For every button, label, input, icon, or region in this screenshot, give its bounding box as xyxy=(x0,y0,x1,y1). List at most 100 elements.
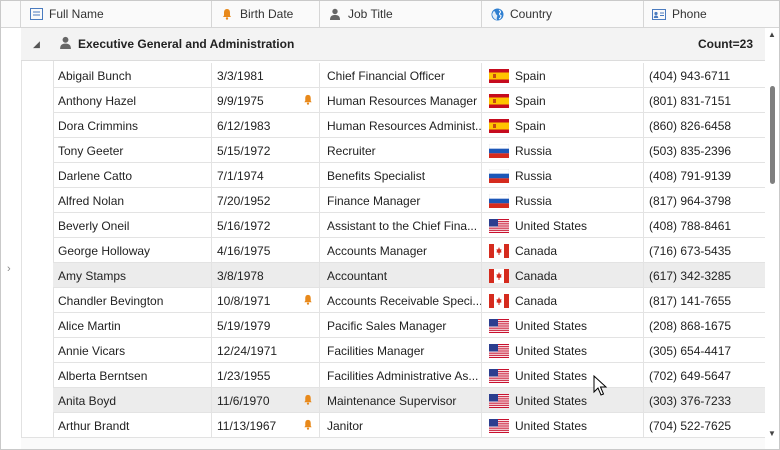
column-header-country[interactable]: Country xyxy=(482,1,644,27)
cell-phone[interactable]: (704) 522-7625 xyxy=(644,413,765,438)
cell-job-title[interactable]: Chief Financial Officer xyxy=(320,63,482,88)
cell-job-title[interactable]: Maintenance Supervisor xyxy=(320,388,482,413)
cell-job-title[interactable]: Janitor xyxy=(320,413,482,438)
cell-country[interactable]: United States xyxy=(482,338,644,363)
cell-country[interactable]: Spain xyxy=(482,88,644,113)
cell-job-title[interactable]: Facilities Manager xyxy=(320,338,482,363)
cell-phone[interactable]: (208) 868-1675 xyxy=(644,313,765,338)
cell-job-title[interactable]: Human Resources Manager xyxy=(320,88,482,113)
table-row[interactable]: Arthur Brandt 11/13/1967 Janitor United Sta… xyxy=(53,413,765,438)
cell-job-title[interactable]: Pacific Sales Manager xyxy=(320,313,482,338)
cell-full-name[interactable]: George Holloway xyxy=(53,238,212,263)
cell-phone[interactable]: (404) 943-6711 xyxy=(644,63,765,88)
cell-country[interactable]: Russia xyxy=(482,163,644,188)
cell-full-name[interactable]: Chandler Bevington xyxy=(53,288,212,313)
table-row[interactable]: Alice Martin 5/19/1979 Pacific Sales Manag… xyxy=(53,313,765,338)
cell-birth-date[interactable]: 7/20/1952 xyxy=(212,188,320,213)
cell-job-title[interactable]: Finance Manager xyxy=(320,188,482,213)
scrollbar-thumb[interactable] xyxy=(770,86,775,184)
table-row[interactable]: Dora Crimmins 6/12/1983 Human Resources Ad… xyxy=(53,113,765,138)
cell-country[interactable]: Russia xyxy=(482,188,644,213)
cell-birth-date[interactable]: 11/6/1970 xyxy=(212,388,320,413)
cell-phone[interactable]: (303) 376-7233 xyxy=(644,388,765,413)
cell-country[interactable]: Spain xyxy=(482,63,644,88)
column-header-birth-date[interactable]: Birth Date xyxy=(212,1,320,27)
cell-phone[interactable]: (817) 964-3798 xyxy=(644,188,765,213)
table-row[interactable]: George Holloway 4/16/1975 Accounts Manager… xyxy=(53,238,765,263)
table-row[interactable]: Tony Geeter 5/15/1972 Recruiter Russia (503)… xyxy=(53,138,765,163)
cell-country[interactable]: Canada xyxy=(482,263,644,288)
cell-birth-date[interactable]: 3/3/1981 xyxy=(212,63,320,88)
cell-full-name[interactable]: Arthur Brandt xyxy=(53,413,212,438)
cell-job-title[interactable]: Human Resources Administ... xyxy=(320,113,482,138)
cell-phone[interactable]: (503) 835-2396 xyxy=(644,138,765,163)
cell-country[interactable]: Canada xyxy=(482,288,644,313)
table-row[interactable]: Chandler Bevington 10/8/1971 Accounts Rece… xyxy=(53,288,765,313)
cell-birth-date[interactable]: 10/8/1971 xyxy=(212,288,320,313)
table-row[interactable]: Anthony Hazel 9/9/1975 Human Resources Man… xyxy=(53,88,765,113)
cell-job-title[interactable]: Facilities Administrative As... xyxy=(320,363,482,388)
cell-phone[interactable]: (817) 141-7655 xyxy=(644,288,765,313)
cell-full-name[interactable]: Alfred Nolan xyxy=(53,188,212,213)
cell-full-name[interactable]: Alberta Berntsen xyxy=(53,363,212,388)
cell-birth-date[interactable]: 1/23/1955 xyxy=(212,363,320,388)
cell-full-name[interactable]: Alice Martin xyxy=(53,313,212,338)
cell-birth-date[interactable]: 5/15/1972 xyxy=(212,138,320,163)
cell-country[interactable]: Spain xyxy=(482,113,644,138)
cell-full-name[interactable]: Darlene Catto xyxy=(53,163,212,188)
column-header-full-name[interactable]: Full Name xyxy=(21,1,212,27)
cell-birth-date[interactable]: 5/16/1972 xyxy=(212,213,320,238)
table-row[interactable]: Alfred Nolan 7/20/1952 Finance Manager Russ… xyxy=(53,188,765,213)
cell-birth-date[interactable]: 9/9/1975 xyxy=(212,88,320,113)
cell-full-name[interactable]: Abigail Bunch xyxy=(53,63,212,88)
cell-birth-date[interactable]: 4/16/1975 xyxy=(212,238,320,263)
cell-job-title[interactable]: Recruiter xyxy=(320,138,482,163)
scroll-down-arrow-icon[interactable]: ▼ xyxy=(768,429,776,438)
cell-phone[interactable]: (716) 673-5435 xyxy=(644,238,765,263)
cell-birth-date[interactable]: 12/24/1971 xyxy=(212,338,320,363)
cell-full-name[interactable]: Tony Geeter xyxy=(53,138,212,163)
cell-phone[interactable]: (408) 788-8461 xyxy=(644,213,765,238)
cell-country[interactable]: Russia xyxy=(482,138,644,163)
cell-full-name[interactable]: Dora Crimmins xyxy=(53,113,212,138)
vertical-scrollbar[interactable]: ▲ ▼ xyxy=(765,28,779,438)
table-row[interactable]: Abigail Bunch 3/3/1981 Chief Financial Off… xyxy=(53,63,765,88)
cell-country[interactable]: Canada xyxy=(482,238,644,263)
column-header-job-title[interactable]: Job Title xyxy=(320,1,482,27)
group-row[interactable]: ◢ Executive General and Administration C… xyxy=(21,28,779,61)
cell-phone[interactable]: (801) 831-7151 xyxy=(644,88,765,113)
table-row[interactable]: Amy Stamps 3/8/1978 Accountant Canada (617) … xyxy=(53,263,765,288)
cell-full-name[interactable]: Anthony Hazel xyxy=(53,88,212,113)
table-row[interactable]: Annie Vicars 12/24/1971 Facilities Manager… xyxy=(53,338,765,363)
cell-job-title[interactable]: Accountant xyxy=(320,263,482,288)
cell-phone[interactable]: (702) 649-5647 xyxy=(644,363,765,388)
cell-country[interactable]: United States xyxy=(482,413,644,438)
cell-phone[interactable]: (617) 342-3285 xyxy=(644,263,765,288)
cell-job-title[interactable]: Assistant to the Chief Fina... xyxy=(320,213,482,238)
table-row[interactable]: Darlene Catto 7/1/1974 Benefits Specialist… xyxy=(53,163,765,188)
cell-birth-date[interactable]: 7/1/1974 xyxy=(212,163,320,188)
cell-job-title[interactable]: Accounts Receivable Speci... xyxy=(320,288,482,313)
table-row[interactable]: Beverly Oneil 5/16/1972 Assistant to the C… xyxy=(53,213,765,238)
cell-job-title[interactable]: Benefits Specialist xyxy=(320,163,482,188)
cell-phone[interactable]: (408) 791-9139 xyxy=(644,163,765,188)
cell-birth-date[interactable]: 5/19/1979 xyxy=(212,313,320,338)
cell-country[interactable]: United States xyxy=(482,363,644,388)
table-row[interactable]: Anita Boyd 11/6/1970 Maintenance Superviso… xyxy=(53,388,765,413)
cell-full-name[interactable]: Beverly Oneil xyxy=(53,213,212,238)
cell-phone[interactable]: (305) 654-4417 xyxy=(644,338,765,363)
cell-full-name[interactable]: Amy Stamps xyxy=(53,263,212,288)
cell-full-name[interactable]: Annie Vicars xyxy=(53,338,212,363)
cell-job-title[interactable]: Accounts Manager xyxy=(320,238,482,263)
cell-country[interactable]: United States xyxy=(482,313,644,338)
cell-full-name[interactable]: Anita Boyd xyxy=(53,388,212,413)
table-row[interactable]: Alberta Berntsen 1/23/1955 Facilities Admi… xyxy=(53,363,765,388)
cell-country[interactable]: United States xyxy=(482,388,644,413)
cell-birth-date[interactable]: 3/8/1978 xyxy=(212,263,320,288)
cell-birth-date[interactable]: 11/13/1967 xyxy=(212,413,320,438)
column-header-phone[interactable]: Phone xyxy=(644,1,779,27)
scroll-up-arrow-icon[interactable]: ▲ xyxy=(768,30,776,39)
cell-country[interactable]: United States xyxy=(482,213,644,238)
cell-phone[interactable]: (860) 826-6458 xyxy=(644,113,765,138)
cell-birth-date[interactable]: 6/12/1983 xyxy=(212,113,320,138)
